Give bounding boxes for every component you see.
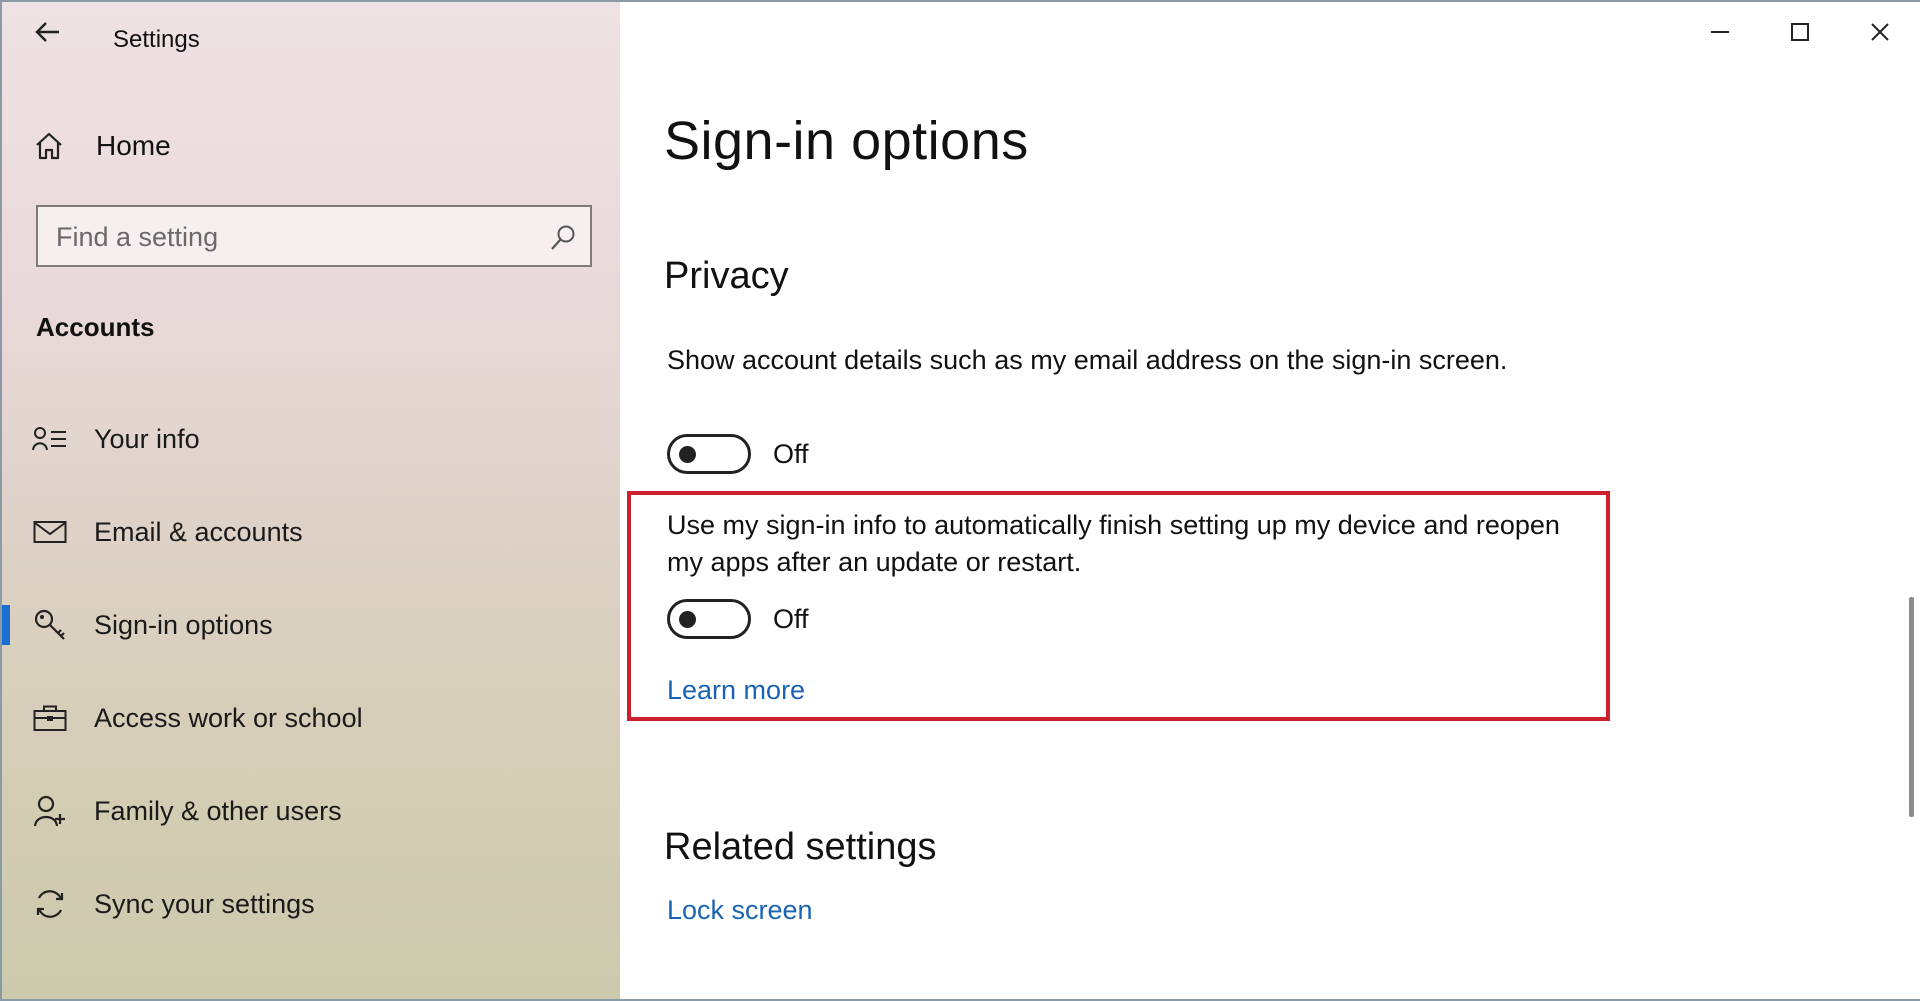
sign-in-info-description: Use my sign-in info to automatically fin… bbox=[667, 510, 1560, 577]
person-card-icon bbox=[30, 419, 70, 459]
sidebar-item-label: Sign-in options bbox=[94, 609, 273, 640]
back-button[interactable] bbox=[28, 12, 68, 52]
sidebar-item-sync-settings[interactable]: Sync your settings bbox=[2, 870, 620, 938]
briefcase-icon bbox=[30, 698, 70, 738]
maximize-icon bbox=[1791, 23, 1809, 41]
page-title: Sign-in options bbox=[664, 111, 1029, 171]
search-box[interactable] bbox=[36, 205, 592, 267]
learn-more-link[interactable]: Learn more bbox=[667, 675, 805, 706]
sign-in-info-state: Off bbox=[773, 604, 809, 634]
home-label: Home bbox=[96, 130, 171, 161]
minimize-button[interactable] bbox=[1690, 10, 1750, 54]
related-settings-heading: Related settings bbox=[664, 826, 937, 868]
account-details-description: Show account details such as my email ad… bbox=[667, 345, 1508, 375]
app-title: Settings bbox=[113, 26, 200, 53]
sync-icon bbox=[30, 884, 70, 924]
sidebar: Settings Home Accounts bbox=[2, 2, 620, 999]
home-icon bbox=[36, 132, 62, 160]
sidebar-item-your-info[interactable]: Your info bbox=[2, 405, 620, 473]
account-details-state: Off bbox=[773, 439, 809, 469]
search-input[interactable] bbox=[56, 219, 526, 255]
sidebar-item-family-users[interactable]: Family & other users bbox=[2, 777, 620, 845]
settings-window: Settings Home Accounts bbox=[0, 0, 1920, 1001]
account-details-toggle[interactable] bbox=[667, 434, 751, 474]
active-indicator bbox=[2, 605, 10, 645]
title-bar: Settings bbox=[2, 2, 620, 66]
back-arrow-icon bbox=[35, 22, 59, 42]
toggle-knob bbox=[679, 611, 696, 628]
close-icon bbox=[1871, 23, 1889, 41]
privacy-heading: Privacy bbox=[664, 255, 789, 297]
section-title: Accounts bbox=[36, 312, 155, 342]
sidebar-item-label: Family & other users bbox=[94, 795, 342, 826]
sidebar-home[interactable]: Home bbox=[30, 124, 590, 168]
key-icon bbox=[30, 605, 70, 645]
mail-icon bbox=[30, 512, 70, 552]
search-icon[interactable] bbox=[548, 223, 578, 253]
sidebar-item-label: Access work or school bbox=[94, 702, 363, 733]
main-content: Sign-in options Privacy Show account det… bbox=[620, 2, 1920, 999]
sidebar-item-label: Email & accounts bbox=[94, 516, 303, 547]
scrollbar[interactable] bbox=[1909, 597, 1914, 817]
sign-in-info-toggle[interactable] bbox=[667, 599, 751, 639]
sidebar-item-label: Your info bbox=[94, 423, 200, 454]
sidebar-item-sign-in-options[interactable]: Sign-in options bbox=[2, 591, 620, 659]
maximize-button[interactable] bbox=[1770, 10, 1830, 54]
sidebar-item-access-work[interactable]: Access work or school bbox=[2, 684, 620, 752]
sidebar-item-email-accounts[interactable]: Email & accounts bbox=[2, 498, 620, 566]
person-add-icon bbox=[30, 791, 70, 831]
sidebar-item-label: Sync your settings bbox=[94, 888, 315, 919]
minimize-icon bbox=[1711, 31, 1729, 33]
lock-screen-link[interactable]: Lock screen bbox=[667, 895, 813, 926]
close-button[interactable] bbox=[1850, 10, 1910, 54]
toggle-knob bbox=[679, 446, 696, 463]
